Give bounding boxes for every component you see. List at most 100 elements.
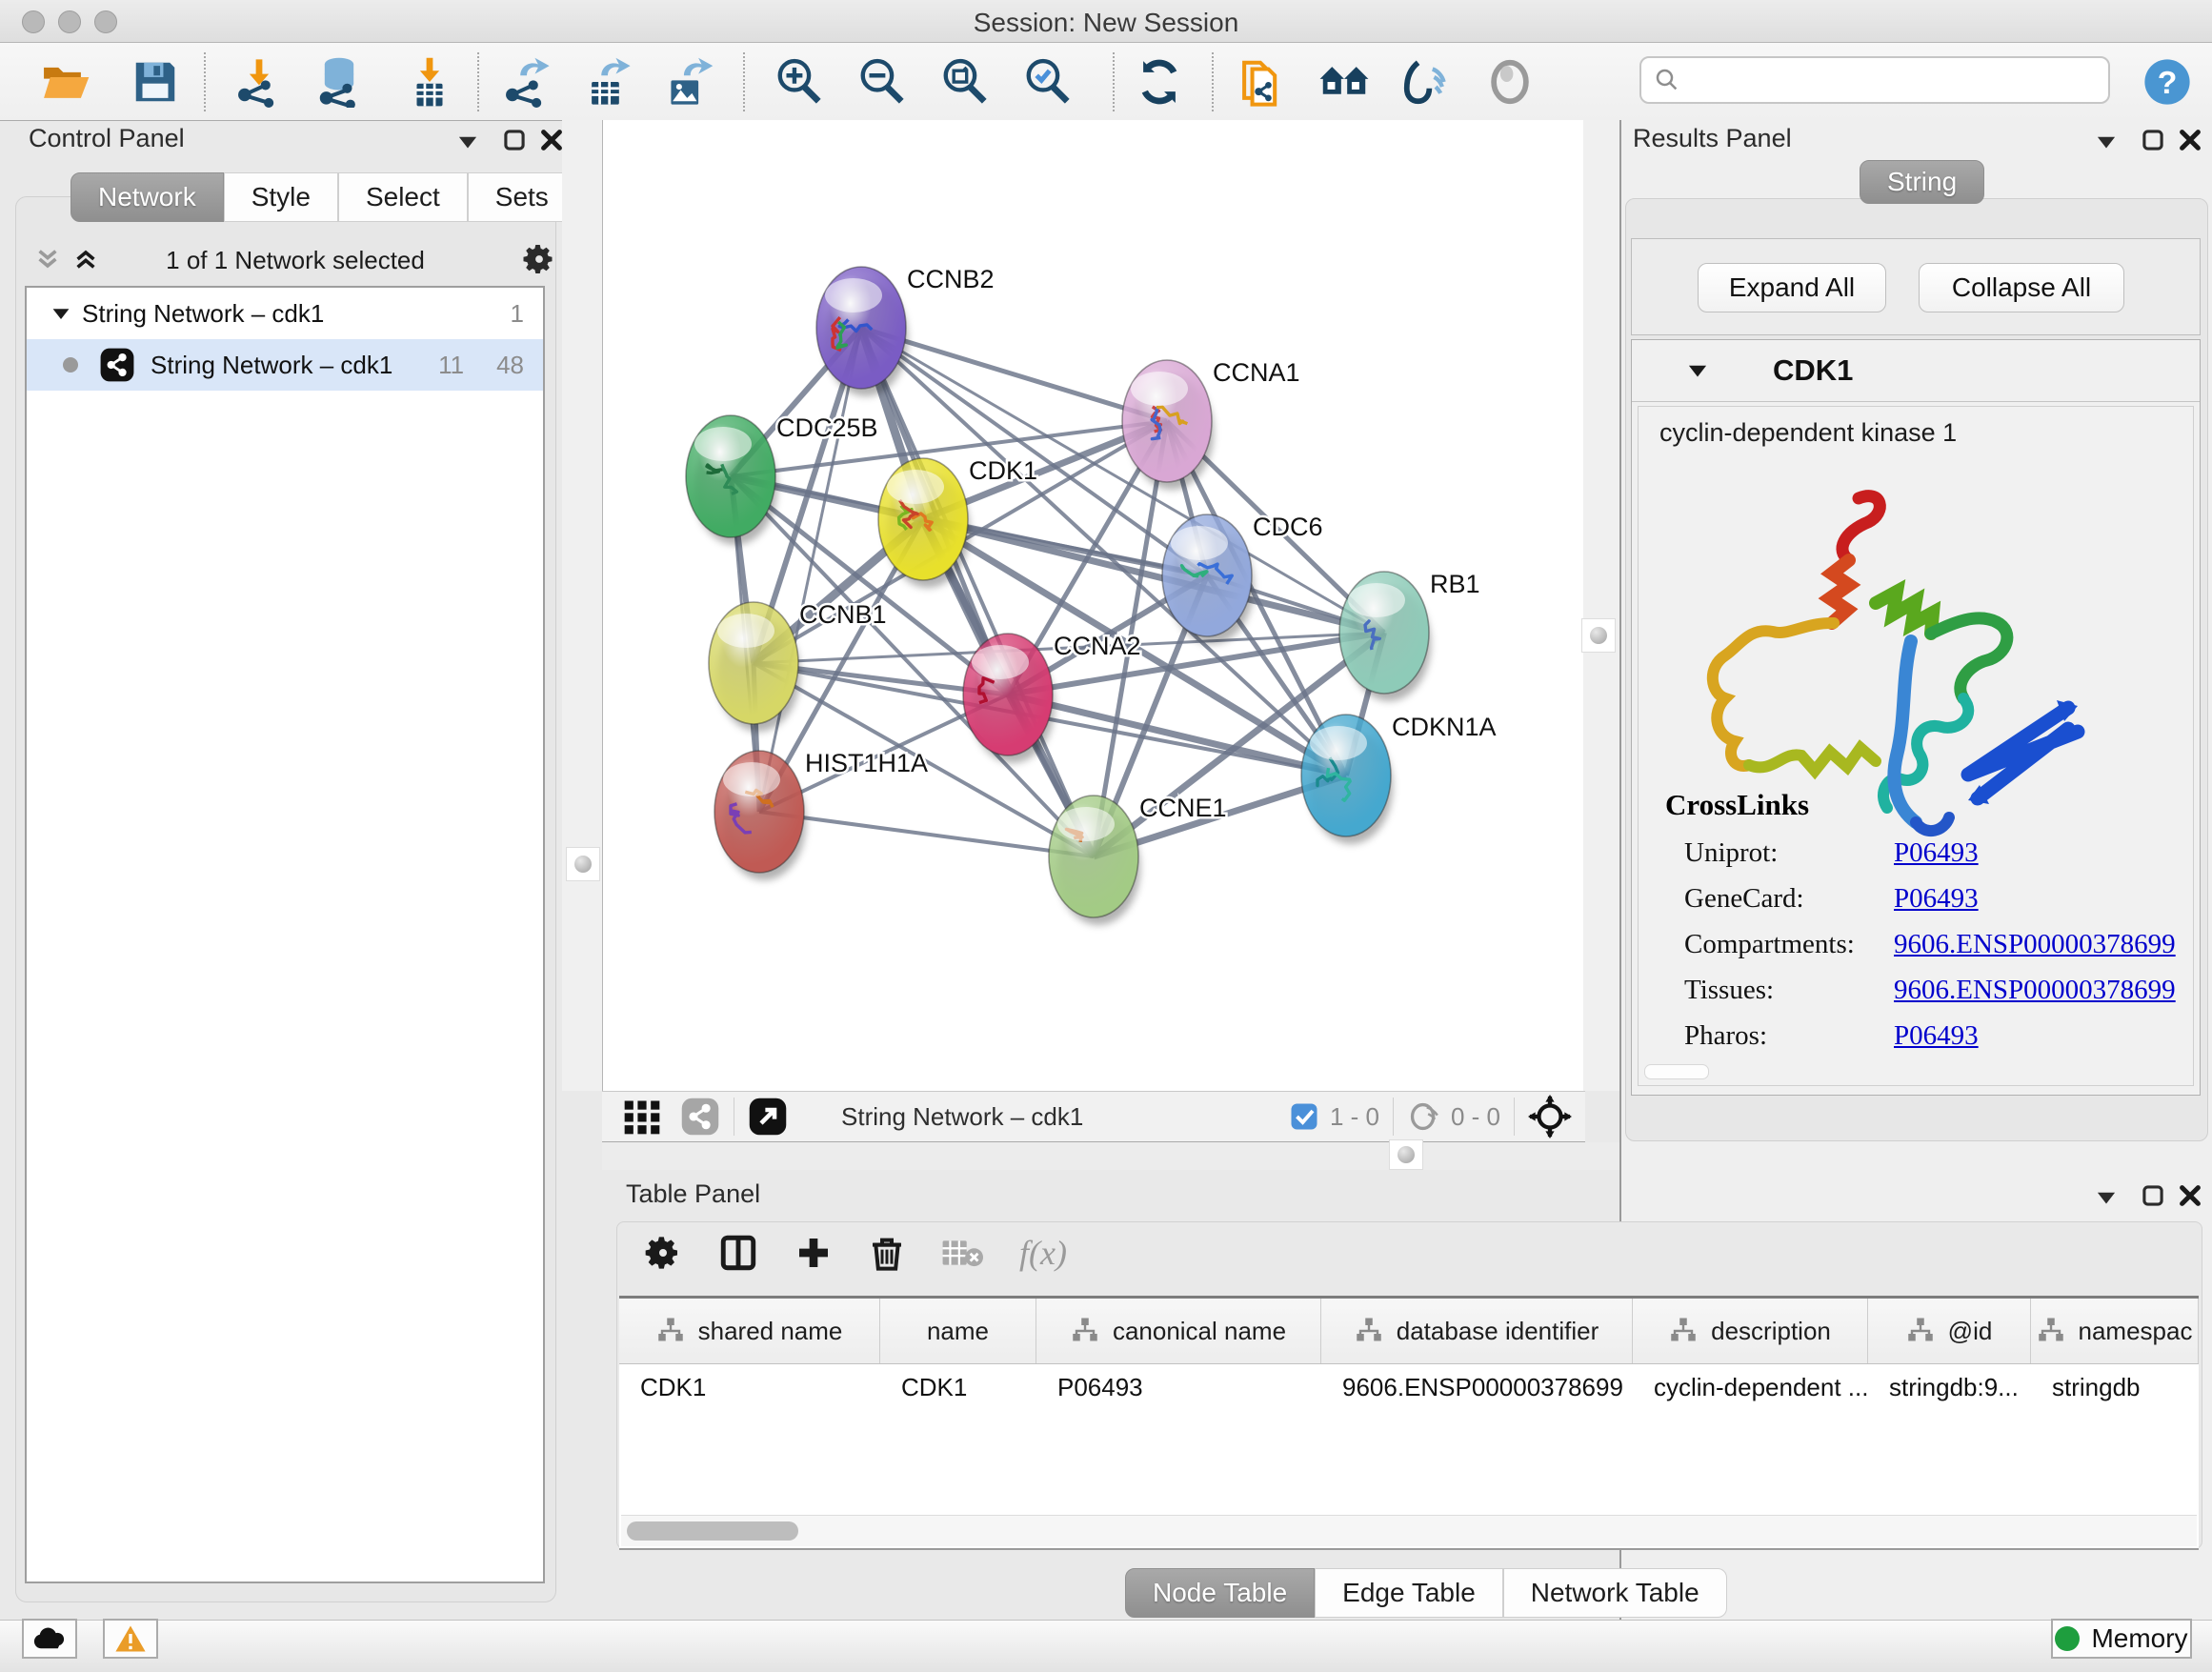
- crosslink-link[interactable]: 9606.ENSP00000378699: [1894, 975, 2176, 1005]
- delete-column-icon[interactable]: [869, 1234, 905, 1272]
- stringify-houses-icon[interactable]: [1318, 56, 1370, 108]
- node-HIST1H1A[interactable]: HIST1H1A: [714, 749, 928, 880]
- node-CDK1[interactable]: CDK1: [878, 456, 1037, 588]
- node-CCNB2[interactable]: CCNB2: [816, 265, 995, 396]
- table-panel-close-icon[interactable]: [2177, 1182, 2203, 1209]
- zoom-selected-icon[interactable]: [1022, 56, 1074, 108]
- column-header-name[interactable]: name: [880, 1299, 1036, 1363]
- column-header-canonical-name[interactable]: canonical name: [1036, 1299, 1321, 1363]
- edge-HIST1H1A-CCNE1[interactable]: [759, 812, 1094, 856]
- table-cell[interactable]: 9606.ENSP00000378699: [1321, 1364, 1633, 1410]
- string-network-graph[interactable]: CCNB2CCNA1CDC25BCDK1CDC6RB1CCNB1CCNA2CDK…: [603, 120, 1584, 1091]
- grid-view-icon[interactable]: [621, 1096, 663, 1138]
- network-canvas[interactable]: CCNB2CCNA1CDC25BCDK1CDC6RB1CCNB1CCNA2CDK…: [602, 120, 1585, 1091]
- zoom-in-icon[interactable]: [774, 56, 825, 108]
- help-icon[interactable]: ?: [2142, 56, 2193, 108]
- column-header-database-identifier[interactable]: database identifier: [1321, 1299, 1633, 1363]
- add-column-icon[interactable]: [794, 1234, 833, 1272]
- tab-edge-table[interactable]: Edge Table: [1315, 1568, 1503, 1618]
- node-CCNA1[interactable]: CCNA1: [1122, 358, 1300, 490]
- warning-button[interactable]: [103, 1619, 158, 1659]
- open-session-icon[interactable]: [39, 56, 90, 108]
- selected-checkbox-icon[interactable]: [1290, 1102, 1318, 1131]
- memory-button[interactable]: Memory: [2051, 1619, 2192, 1659]
- crosslink-link[interactable]: P06493: [1894, 837, 1979, 868]
- zoom-out-icon[interactable]: [856, 56, 908, 108]
- table-header-row[interactable]: shared namenamecanonical namedatabase id…: [619, 1299, 2199, 1364]
- column-header-description[interactable]: description: [1633, 1299, 1868, 1363]
- results-panel-float-icon[interactable]: [2141, 128, 2165, 152]
- show-hide-glasses-icon[interactable]: [1400, 56, 1452, 108]
- node-CDC25B[interactable]: CDC25B: [686, 413, 878, 545]
- column-header-@id[interactable]: @id: [1868, 1299, 2031, 1363]
- column-header-shared-name[interactable]: shared name: [619, 1299, 880, 1363]
- tree-expand-icon[interactable]: [50, 302, 72, 325]
- table-cell[interactable]: stringdb: [2031, 1364, 2199, 1410]
- birdseye-crosshair-icon[interactable]: [1528, 1095, 1572, 1138]
- import-network-database-icon[interactable]: [313, 56, 365, 108]
- table-cell[interactable]: CDK1: [619, 1364, 880, 1410]
- table-cell[interactable]: cyclin-dependent ...: [1633, 1364, 1868, 1410]
- control-panel-close-icon[interactable]: [538, 127, 565, 153]
- right-splitter-handle[interactable]: [1581, 618, 1616, 653]
- control-panel-collapse-icon[interactable]: [455, 130, 480, 154]
- bottom-splitter-handle[interactable]: [1389, 1139, 1423, 1170]
- tab-string[interactable]: String: [1860, 160, 1984, 204]
- table-settings-gear-icon[interactable]: [644, 1234, 682, 1272]
- column-header-namespac[interactable]: namespac: [2031, 1299, 2199, 1363]
- collapse-all-button[interactable]: Collapse All: [1919, 263, 2124, 312]
- table-hscrollbar[interactable]: [621, 1515, 2197, 1546]
- gene-section-header[interactable]: CDK1: [1632, 340, 2200, 402]
- export-table-icon[interactable]: [582, 56, 633, 108]
- tab-network-table[interactable]: Network Table: [1503, 1568, 1727, 1618]
- node-table[interactable]: shared namenamecanonical namedatabase id…: [619, 1296, 2199, 1550]
- node-RB1[interactable]: RB1: [1339, 570, 1480, 701]
- tab-network[interactable]: Network: [70, 172, 224, 222]
- network-row[interactable]: String Network – cdk1 11 48: [27, 339, 543, 391]
- export-network-icon[interactable]: [501, 56, 553, 108]
- node-CCNE1[interactable]: CCNE1: [1049, 794, 1227, 925]
- export-image-icon[interactable]: [663, 56, 714, 108]
- table-cell[interactable]: P06493: [1036, 1364, 1321, 1410]
- table-cell[interactable]: stringdb:9...: [1868, 1364, 2031, 1410]
- table-panel-collapse-icon[interactable]: [2094, 1185, 2119, 1210]
- tab-node-table[interactable]: Node Table: [1125, 1568, 1315, 1618]
- import-network-file-icon[interactable]: [233, 56, 285, 108]
- collapse-all-icon[interactable]: [34, 246, 61, 272]
- crosslink-link[interactable]: 9606.ENSP00000378699: [1894, 929, 2176, 959]
- open-in-new-window-icon[interactable]: [748, 1097, 788, 1137]
- refresh-layout-icon[interactable]: [1134, 56, 1185, 108]
- table-panel-float-icon[interactable]: [2141, 1183, 2165, 1208]
- network-options-gear-icon[interactable]: [522, 242, 556, 276]
- save-session-icon[interactable]: [130, 56, 181, 108]
- right-splitter[interactable]: [1583, 120, 1619, 1091]
- table-cell[interactable]: CDK1: [880, 1364, 1036, 1410]
- clone-network-icon[interactable]: [1235, 56, 1286, 108]
- gene-collapse-icon[interactable]: [1685, 358, 1710, 383]
- node-CDKN1A[interactable]: CDKN1A: [1301, 713, 1497, 844]
- crosslink-link[interactable]: P06493: [1894, 883, 1979, 914]
- left-splitter-handle[interactable]: [566, 847, 600, 881]
- node-CCNB1[interactable]: CCNB1: [709, 600, 887, 732]
- network-collection-row[interactable]: String Network – cdk1 1: [27, 288, 543, 339]
- tab-style[interactable]: Style: [224, 172, 338, 222]
- table-hscrollbar-thumb[interactable]: [627, 1521, 798, 1541]
- tab-select[interactable]: Select: [338, 172, 468, 222]
- results-panel-close-icon[interactable]: [2177, 127, 2203, 153]
- search-input[interactable]: [1639, 56, 2110, 104]
- cloud-button[interactable]: [22, 1619, 77, 1659]
- results-panel-collapse-icon[interactable]: [2094, 130, 2119, 154]
- expand-all-tree-icon[interactable]: [72, 246, 99, 272]
- table-row[interactable]: CDK1CDK1P064939606.ENSP00000378699cyclin…: [619, 1364, 2199, 1410]
- expand-all-button[interactable]: Expand All: [1698, 263, 1886, 312]
- left-splitter[interactable]: [562, 120, 602, 1091]
- crosslink-link[interactable]: P06493: [1894, 1020, 1979, 1051]
- show-columns-icon[interactable]: [718, 1233, 758, 1273]
- network-share-gray-icon[interactable]: [680, 1097, 720, 1137]
- import-table-file-icon[interactable]: [404, 56, 455, 108]
- tab-sets[interactable]: Sets: [468, 172, 576, 222]
- control-panel-float-icon[interactable]: [502, 128, 527, 152]
- node-CDC6[interactable]: CDC6: [1162, 513, 1323, 644]
- eye-icon[interactable]: [1484, 56, 1536, 108]
- results-hscroll-thumb[interactable]: [1644, 1064, 1709, 1079]
